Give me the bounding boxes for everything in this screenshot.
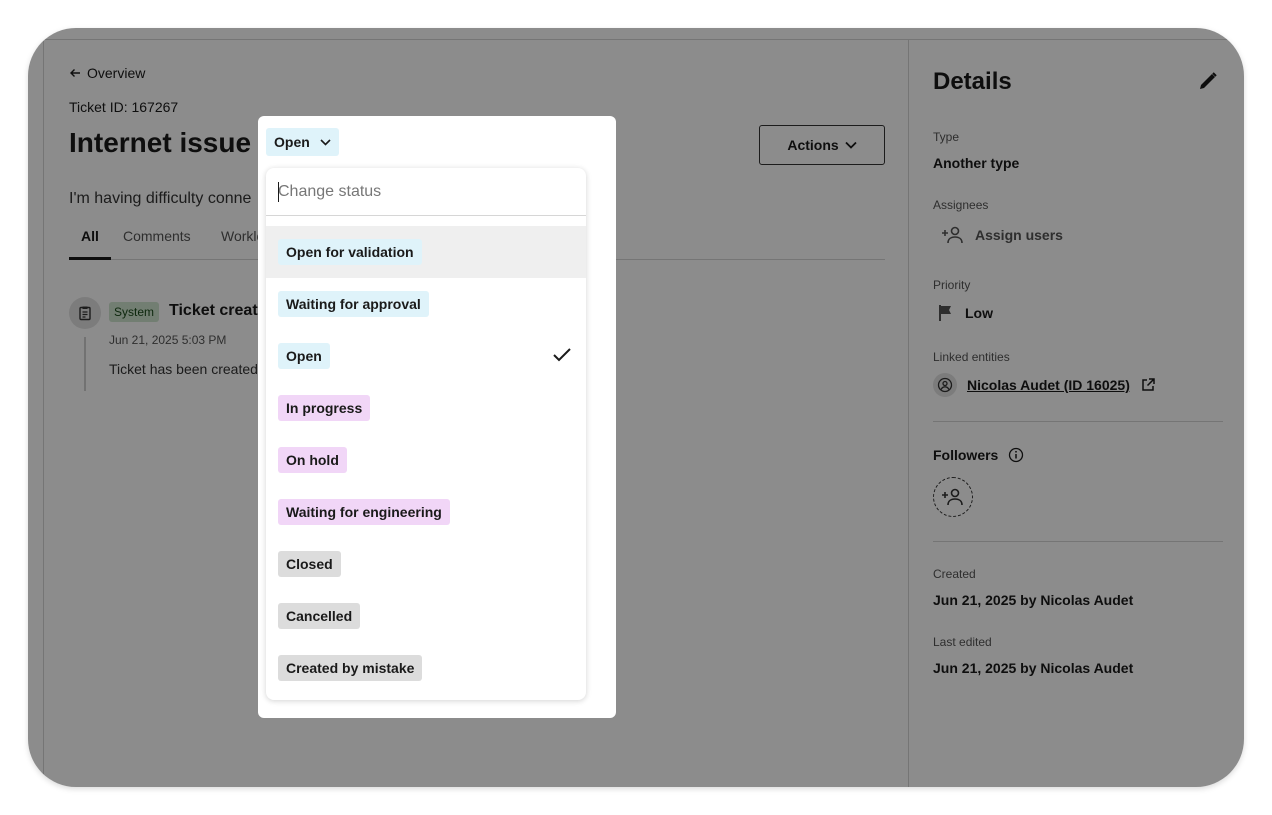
status-chip: Open — [278, 343, 330, 369]
status-chip: Created by mistake — [278, 655, 423, 681]
status-chip: Cancelled — [278, 603, 361, 629]
status-option-in-progress[interactable]: In progress — [266, 382, 586, 434]
status-chip: Waiting for engineering — [278, 499, 450, 525]
status-chip: In progress — [278, 395, 371, 421]
status-popup: Open Open for validation Waiting for app… — [258, 116, 616, 718]
status-chip: Waiting for approval — [278, 291, 429, 317]
status-option-cancelled[interactable]: Cancelled — [266, 590, 586, 642]
status-chip: On hold — [278, 447, 347, 473]
status-option-closed[interactable]: Closed — [266, 538, 586, 590]
status-search — [266, 168, 586, 216]
app-window: Overview Ticket ID: 167267 Internet issu… — [28, 28, 1244, 787]
chevron-down-icon — [320, 138, 331, 146]
status-option-waiting-for-engineering[interactable]: Waiting for engineering — [266, 486, 586, 538]
status-option-created-by-mistake[interactable]: Created by mistake — [266, 642, 586, 694]
status-option-open[interactable]: Open — [266, 330, 586, 382]
status-chip: Closed — [278, 551, 341, 577]
status-search-input[interactable] — [278, 180, 568, 204]
status-chip: Open for validation — [278, 239, 422, 265]
current-status-label: Open — [274, 134, 310, 150]
status-option-on-hold[interactable]: On hold — [266, 434, 586, 486]
status-option-open-for-validation[interactable]: Open for validation — [266, 226, 586, 278]
current-status-button[interactable]: Open — [266, 128, 339, 156]
status-option-waiting-for-approval[interactable]: Waiting for approval — [266, 278, 586, 330]
text-cursor — [278, 182, 279, 202]
checkmark-icon — [553, 348, 571, 362]
modal-backdrop[interactable] — [28, 28, 1244, 787]
status-dropdown-menu: Open for validation Waiting for approval… — [266, 168, 586, 700]
